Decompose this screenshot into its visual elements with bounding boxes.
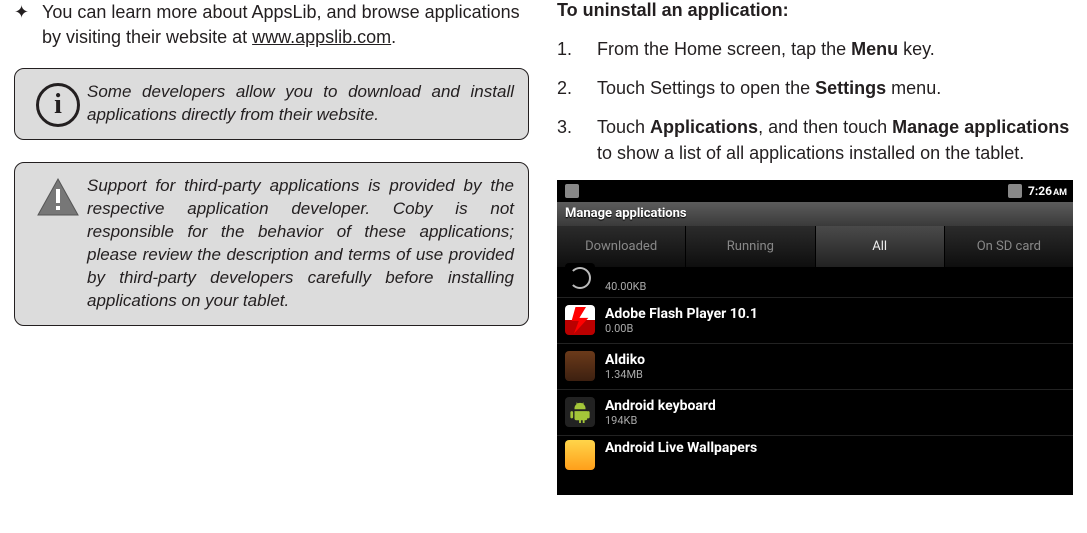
app-name: Aldiko	[605, 352, 645, 368]
app-name: Android keyboard	[605, 398, 716, 414]
bullet-appslib: ✦ You can learn more about AppsLib, and …	[14, 0, 529, 50]
info-callout: i Some developers allow you to download …	[14, 68, 529, 140]
list-item[interactable]: Aldiko 1.34MB	[557, 344, 1073, 390]
info-icon: i	[29, 81, 87, 127]
app-name: Adobe Flash Player 10.1	[605, 306, 758, 322]
warning-callout: Support for third-party applications is …	[14, 162, 529, 326]
wallpapers-icon	[565, 440, 595, 470]
step-text: Touch Applications, and then touch Manag…	[597, 115, 1073, 165]
step-number: 2.	[557, 76, 597, 101]
step-number: 3.	[557, 115, 597, 165]
left-column: ✦ You can learn more about AppsLib, and …	[0, 0, 543, 533]
right-column: To uninstall an application: 1. From the…	[543, 0, 1087, 533]
sync-icon	[565, 263, 595, 293]
android-icon	[565, 397, 595, 427]
bullet-text: You can learn more about AppsLib, and br…	[42, 0, 529, 50]
step-1: 1. From the Home screen, tap the Menu ke…	[557, 37, 1073, 62]
step-number: 1.	[557, 37, 597, 62]
list-item[interactable]: Android Live Wallpapers	[557, 436, 1073, 462]
step-text: Touch Settings to open the Settings menu…	[597, 76, 1073, 101]
step-text: From the Home screen, tap the Menu key.	[597, 37, 1073, 62]
app-size: 1.34MB	[605, 368, 645, 381]
aldiko-icon	[565, 351, 595, 381]
tab-sdcard[interactable]: On SD card	[945, 226, 1073, 267]
uninstall-heading: To uninstall an application:	[557, 0, 1073, 21]
tab-all[interactable]: All	[816, 226, 945, 267]
info-text: Some developers allow you to download an…	[87, 81, 514, 127]
tab-running[interactable]: Running	[686, 226, 815, 267]
step-2: 2. Touch Settings to open the Settings m…	[557, 76, 1073, 101]
appslib-link[interactable]: www.appslib.com	[252, 27, 391, 47]
bullet-marker: ✦	[14, 0, 42, 50]
app-size: 194KB	[605, 414, 716, 427]
app-name: Android Live Wallpapers	[605, 440, 757, 456]
status-bar: 7:26AM	[557, 180, 1073, 202]
app-size: 40.00KB	[605, 280, 646, 293]
tab-bar: Downloaded Running All On SD card	[557, 226, 1073, 268]
list-item[interactable]: Adobe Flash Player 10.1 0.00B	[557, 298, 1073, 344]
apps-list[interactable]: 40.00KB Adobe Flash Player 10.1 0.00B Al…	[557, 268, 1073, 462]
warning-text: Support for third-party applications is …	[87, 175, 514, 313]
manage-apps-screenshot: 7:26AM Manage applications Downloaded Ru…	[557, 180, 1073, 495]
step-3: 3. Touch Applications, and then touch Ma…	[557, 115, 1073, 165]
list-item[interactable]: 40.00KB	[557, 268, 1073, 298]
tab-downloaded[interactable]: Downloaded	[557, 226, 686, 267]
screen-title: Manage applications	[557, 202, 1073, 226]
bullet-post: .	[391, 27, 396, 47]
status-time: 7:26AM	[1028, 184, 1067, 198]
list-item[interactable]: Android keyboard 194KB	[557, 390, 1073, 436]
page: ✦ You can learn more about AppsLib, and …	[0, 0, 1087, 533]
flash-icon	[565, 305, 595, 335]
warning-icon	[29, 175, 87, 313]
battery-icon	[1008, 184, 1022, 198]
usb-icon	[565, 184, 579, 198]
app-size: 0.00B	[605, 322, 758, 335]
